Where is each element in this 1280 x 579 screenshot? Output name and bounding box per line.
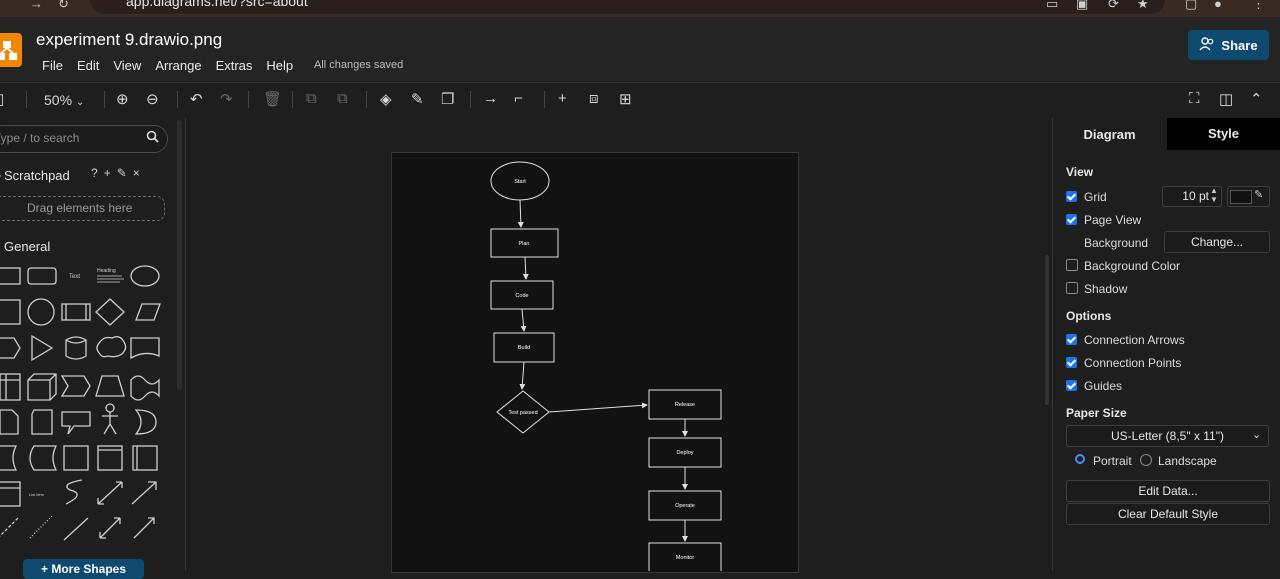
guides-label[interactable]: Guides [1084, 379, 1122, 393]
options-section-title: Options [1066, 309, 1112, 323]
background-color-checkbox[interactable] [1066, 259, 1078, 271]
edit-data-button[interactable]: Edit Data... [1066, 480, 1270, 502]
landscape-label[interactable]: Landscape [1158, 454, 1217, 468]
canvas-scrollbar[interactable] [1045, 255, 1049, 405]
grid-checkbox[interactable] [1066, 191, 1077, 202]
portrait-label[interactable]: Portrait [1093, 454, 1132, 468]
paper-size-section-title: Paper Size [1066, 406, 1127, 420]
node-code-label: Code [515, 293, 528, 299]
edit-color-icon[interactable]: ✎ [1254, 188, 1263, 201]
background-label: Background [1084, 236, 1149, 250]
edge-code-build [520, 308, 527, 332]
connection-arrows-checkbox[interactable] [1066, 334, 1077, 345]
node-monitor-label: Monitor [676, 555, 695, 561]
edge-plan-code [522, 256, 529, 280]
view-section-title: View [1066, 165, 1094, 179]
edge-build-test [519, 361, 526, 390]
edge-start-plan [517, 199, 524, 228]
page-view-label[interactable]: Page View [1084, 213, 1141, 227]
chevron-down-icon: ⌄ [1252, 429, 1262, 441]
connection-points-checkbox[interactable] [1066, 357, 1077, 368]
node-plan-label: Plan [518, 241, 529, 247]
node-release-label: Release [675, 402, 695, 408]
node-test-passed-label: Test passed [508, 410, 537, 416]
shadow-label[interactable]: Shadow [1084, 282, 1127, 296]
change-background-button[interactable]: Change... [1164, 231, 1270, 253]
node-build-label: Build [518, 345, 530, 351]
background-color-label[interactable]: Background Color [1084, 259, 1180, 273]
connection-arrows-label[interactable]: Connection Arrows [1084, 333, 1185, 347]
connection-points-label[interactable]: Connection Points [1084, 356, 1181, 370]
paper-size-select[interactable]: US-Letter (8,5" x 11") [1066, 425, 1269, 447]
grid-label[interactable]: Grid [1084, 190, 1107, 204]
node-start-label: Start [514, 179, 526, 185]
node-operate-label: Operate [675, 503, 695, 509]
shadow-checkbox[interactable] [1066, 282, 1078, 294]
clear-default-style-button[interactable]: Clear Default Style [1066, 503, 1270, 525]
tab-diagram[interactable]: Diagram [1053, 118, 1166, 150]
tab-style[interactable]: Style [1167, 118, 1280, 150]
paper-size-value: US-Letter (8,5" x 11") [1110, 429, 1224, 443]
grid-size-value: 10 pt [1182, 189, 1209, 203]
grid-size-stepper[interactable]: ▲ ▼ [1210, 186, 1218, 204]
landscape-radio[interactable] [1140, 454, 1152, 466]
node-deploy-label: Deploy [676, 450, 693, 456]
portrait-radio[interactable] [1075, 454, 1085, 464]
edge-test-release [548, 402, 648, 413]
page-view-checkbox[interactable] [1066, 214, 1077, 225]
guides-checkbox[interactable] [1066, 380, 1077, 391]
grid-color-swatch [1230, 190, 1252, 204]
